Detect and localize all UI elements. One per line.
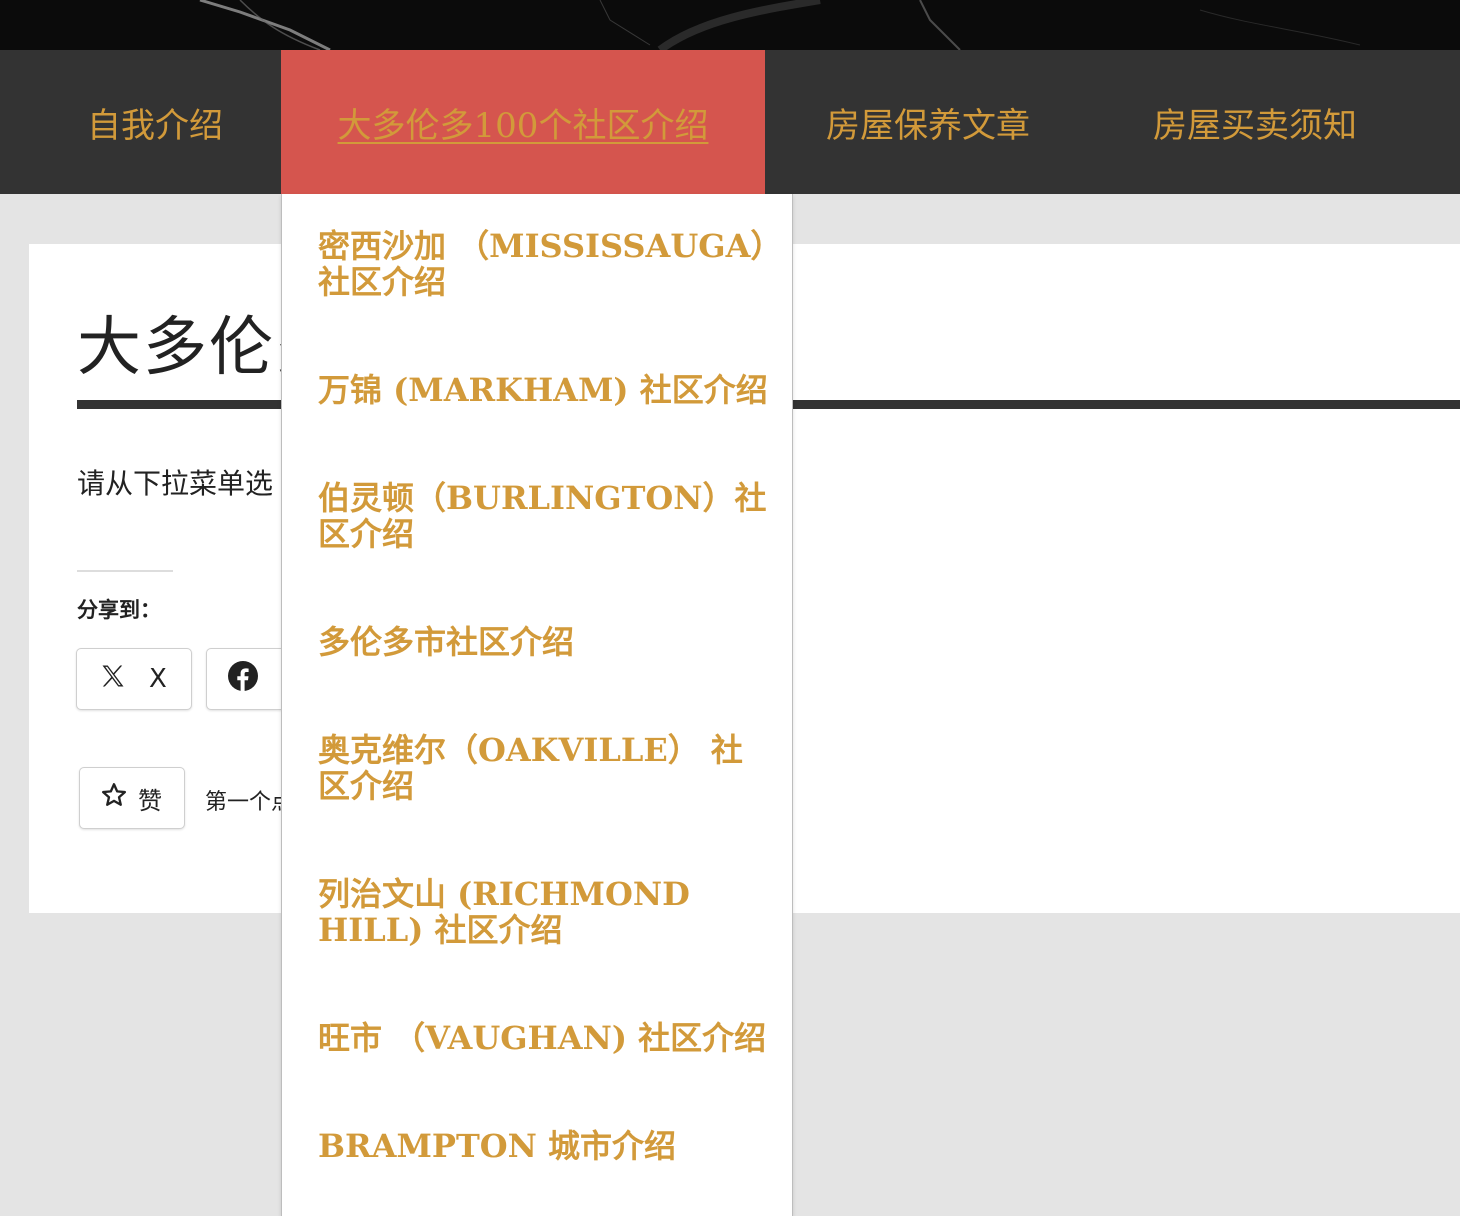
star-outline-icon (100, 781, 128, 815)
share-x-button[interactable]: X (76, 648, 192, 710)
dropdown-item-label: 多伦多市社区介绍 (318, 623, 575, 661)
like-label: 赞 (138, 786, 162, 815)
nav-item-label: 大多伦多100个社区介绍 (337, 105, 709, 146)
share-label: 分享到： (77, 598, 161, 622)
like-note: 第一个点 (205, 790, 294, 815)
dropdown-item-vaughan[interactable]: 旺市 （VAUGHAN) 社区介绍 (318, 1020, 768, 1056)
dropdown-item-label: 奥克维尔（OAKVILLE） 社区介绍 (318, 731, 743, 805)
dropdown-item-brampton[interactable]: BRAMPTON 城市介绍 (318, 1128, 768, 1164)
intro-text: 请从下拉菜单选 (77, 467, 274, 500)
nav-item-label: 房屋保养文章 (826, 105, 1030, 146)
dropdown-item-label: BRAMPTON 城市介绍 (318, 1127, 677, 1165)
nav-item-maintenance[interactable]: 房屋保养文章 (790, 50, 1066, 194)
nav-item-label: 房屋买卖须知 (1153, 105, 1357, 146)
dropdown-item-markham[interactable]: 万锦 (MARKHAM) 社区介绍 (318, 372, 768, 408)
dropdown-item-richmond-hill[interactable]: 列治文山 (RICHMOND HILL) 社区介绍 (318, 876, 768, 948)
main-navigation: 自我介绍 大多伦多100个社区介绍 房屋保养文章 房屋买卖须知 (0, 50, 1460, 194)
dropdown-item-label: 万锦 (MARKHAM) 社区介绍 (318, 371, 768, 409)
share-divider (77, 570, 173, 572)
nav-item-buy-sell[interactable]: 房屋买卖须知 (1118, 50, 1392, 194)
communities-dropdown-menu: 密西沙加 （MISSISSAUGA）社区介绍 万锦 (MARKHAM) 社区介绍… (281, 194, 793, 1216)
share-x-label: X (149, 664, 167, 694)
dropdown-item-label: 列治文山 (RICHMOND HILL) 社区介绍 (318, 875, 690, 949)
dropdown-item-label: 密西沙加 （MISSISSAUGA）社区介绍 (318, 227, 767, 301)
facebook-icon (227, 660, 259, 699)
dropdown-item-oakville[interactable]: 奥克维尔（OAKVILLE） 社区介绍 (318, 732, 768, 804)
nav-item-label: 自我介绍 (87, 105, 223, 146)
dropdown-item-mississauga[interactable]: 密西沙加 （MISSISSAUGA）社区介绍 (318, 228, 768, 300)
nav-item-about[interactable]: 自我介绍 (38, 50, 272, 194)
dropdown-item-toronto[interactable]: 多伦多市社区介绍 (318, 624, 768, 660)
nav-item-communities[interactable]: 大多伦多100个社区介绍 (281, 50, 765, 194)
x-logo-icon (99, 662, 127, 697)
header-hero-image (0, 0, 1460, 50)
marble-background (0, 0, 1460, 50)
like-button[interactable]: 赞 (79, 767, 185, 829)
dropdown-item-burlington[interactable]: 伯灵顿（BURLINGTON）社区介绍 (318, 480, 768, 552)
dropdown-item-label: 旺市 （VAUGHAN) 社区介绍 (318, 1019, 767, 1057)
dropdown-item-label: 伯灵顿（BURLINGTON）社区介绍 (318, 479, 767, 553)
